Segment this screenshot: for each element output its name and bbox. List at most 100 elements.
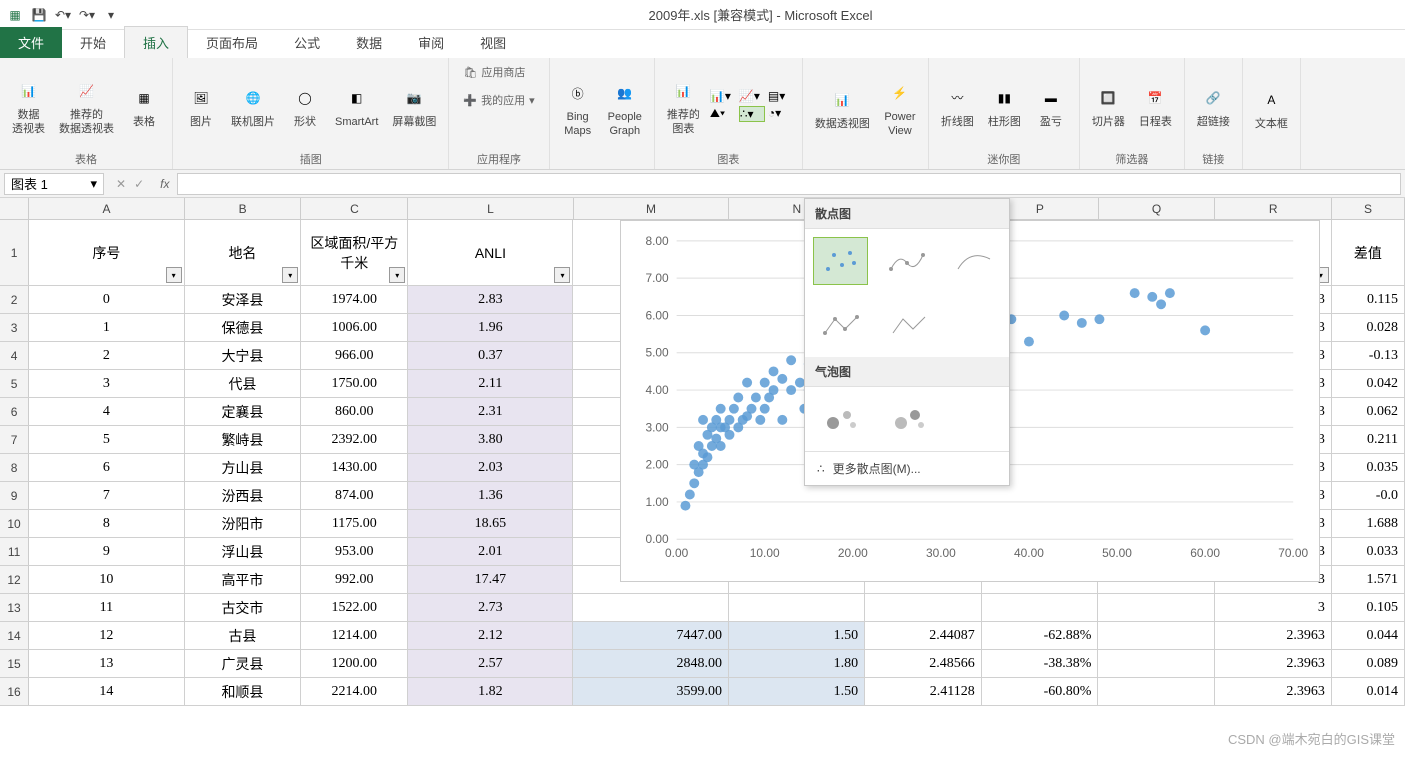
cell[interactable]: 6 xyxy=(29,454,184,481)
recommended-charts-button[interactable]: 📊推荐的图表 xyxy=(663,73,704,137)
table-button[interactable]: ▦表格 xyxy=(124,80,164,131)
filter-icon[interactable]: ▾ xyxy=(389,267,405,283)
cell[interactable]: 2848.00 xyxy=(573,650,728,677)
cell[interactable]: 992.00 xyxy=(301,566,408,593)
bubble-option[interactable] xyxy=(813,395,869,443)
scatter-smooth-option[interactable] xyxy=(880,237,935,285)
col-header-a[interactable]: A xyxy=(29,198,185,219)
row-header-1[interactable]: 1 xyxy=(0,220,29,285)
cell[interactable]: 7447.00 xyxy=(573,622,728,649)
enter-formula-icon[interactable]: ✓ xyxy=(134,177,144,191)
cell[interactable]: 1750.00 xyxy=(301,370,408,397)
cell[interactable]: 3 xyxy=(29,370,184,397)
cell[interactable]: 953.00 xyxy=(301,538,408,565)
col-header-s[interactable]: S xyxy=(1332,198,1405,219)
cell[interactable]: 2.57 xyxy=(408,650,573,677)
cell[interactable]: 2.48566 xyxy=(865,650,982,677)
cell[interactable]: 0.033 xyxy=(1332,538,1405,565)
picture-button[interactable]: 🖼图片 xyxy=(181,80,221,131)
row-header[interactable]: 7 xyxy=(0,426,29,453)
row-header[interactable]: 10 xyxy=(0,510,29,537)
row-header[interactable]: 12 xyxy=(0,566,29,593)
cell[interactable]: 1.80 xyxy=(729,650,865,677)
tab-formulas[interactable]: 公式 xyxy=(276,27,338,58)
scatter-plain-option[interactable] xyxy=(813,237,868,285)
cell[interactable]: 1006.00 xyxy=(301,314,408,341)
cell[interactable]: 0.014 xyxy=(1332,678,1405,705)
cell[interactable]: 2.31 xyxy=(408,398,573,425)
cell[interactable]: 古县 xyxy=(185,622,302,649)
cell[interactable]: 2.03 xyxy=(408,454,573,481)
col-header-q[interactable]: Q xyxy=(1099,198,1216,219)
cell[interactable]: 0.115 xyxy=(1332,286,1405,313)
col-header-c[interactable]: C xyxy=(301,198,408,219)
chevron-down-icon[interactable]: ▾ xyxy=(90,176,97,192)
tab-review[interactable]: 审阅 xyxy=(400,27,462,58)
cell[interactable]: 0.028 xyxy=(1332,314,1405,341)
cell[interactable]: 1.96 xyxy=(408,314,573,341)
cancel-formula-icon[interactable]: ✕ xyxy=(116,177,126,191)
pivot-table-button[interactable]: 📊数据透视表 xyxy=(8,73,49,137)
select-all-corner[interactable] xyxy=(0,198,29,219)
cell[interactable]: 安泽县 xyxy=(185,286,302,313)
cell[interactable]: 7 xyxy=(29,482,184,509)
cell[interactable]: -38.38% xyxy=(982,650,1099,677)
cell[interactable]: 4 xyxy=(29,398,184,425)
cell[interactable]: 8 xyxy=(29,510,184,537)
row-header[interactable]: 16 xyxy=(0,678,29,705)
bing-maps-button[interactable]: ⓑBingMaps xyxy=(558,75,598,139)
hyperlink-button[interactable]: 🔗超链接 xyxy=(1193,80,1234,131)
cell[interactable]: 2.12 xyxy=(408,622,573,649)
cell[interactable]: 汾阳市 xyxy=(185,510,302,537)
row-header[interactable]: 3 xyxy=(0,314,29,341)
cell[interactable]: 0.042 xyxy=(1332,370,1405,397)
shapes-button[interactable]: ◯形状 xyxy=(285,80,325,131)
cell[interactable]: 12 xyxy=(29,622,184,649)
people-graph-button[interactable]: 👥PeopleGraph xyxy=(604,75,646,139)
filter-icon[interactable]: ▾ xyxy=(166,267,182,283)
cell[interactable]: 1200.00 xyxy=(301,650,408,677)
cell[interactable]: 1430.00 xyxy=(301,454,408,481)
filter-icon[interactable]: ▾ xyxy=(282,267,298,283)
cell[interactable]: 874.00 xyxy=(301,482,408,509)
cell[interactable]: 13 xyxy=(29,650,184,677)
cell[interactable]: 保德县 xyxy=(185,314,302,341)
more-scatter-option[interactable]: ∴ 更多散点图(M)... xyxy=(805,451,1009,485)
cell[interactable]: 5 xyxy=(29,426,184,453)
tab-insert[interactable]: 插入 xyxy=(124,26,188,58)
cell[interactable]: 2.3963 xyxy=(1215,622,1332,649)
row-header[interactable]: 4 xyxy=(0,342,29,369)
undo-icon[interactable]: ↶▾ xyxy=(53,5,73,25)
row-header[interactable]: 6 xyxy=(0,398,29,425)
sparkline-line-button[interactable]: 〰折线图 xyxy=(937,80,978,131)
header-a[interactable]: 序号▾ xyxy=(29,220,184,285)
row-header[interactable]: 2 xyxy=(0,286,29,313)
cell[interactable]: 1.571 xyxy=(1332,566,1405,593)
cell[interactable]: 2.44087 xyxy=(865,622,982,649)
scatter-lines-option[interactable] xyxy=(946,237,1001,285)
cell[interactable]: 0.062 xyxy=(1332,398,1405,425)
cell[interactable]: 定襄县 xyxy=(185,398,302,425)
cell[interactable]: 方山县 xyxy=(185,454,302,481)
col-header-b[interactable]: B xyxy=(185,198,302,219)
cell[interactable]: 3.80 xyxy=(408,426,573,453)
header-l[interactable]: ANLI▾ xyxy=(408,220,573,285)
col-header-m[interactable]: M xyxy=(574,198,730,219)
redo-icon[interactable]: ↷▾ xyxy=(77,5,97,25)
row-header[interactable]: 13 xyxy=(0,594,29,621)
cell[interactable]: 2214.00 xyxy=(301,678,408,705)
cell[interactable]: 2.01 xyxy=(408,538,573,565)
tab-view[interactable]: 视图 xyxy=(462,27,524,58)
area-chart-button[interactable]: ⛰▾ xyxy=(710,106,736,122)
cell[interactable]: 14 xyxy=(29,678,184,705)
cell[interactable]: 2 xyxy=(29,342,184,369)
bar-chart-button[interactable]: ▤▾ xyxy=(768,89,794,103)
row-header[interactable]: 5 xyxy=(0,370,29,397)
textbox-button[interactable]: A文本框 xyxy=(1251,82,1292,133)
cell[interactable]: 0 xyxy=(29,286,184,313)
cell[interactable]: 2392.00 xyxy=(301,426,408,453)
cell[interactable]: 0.044 xyxy=(1332,622,1405,649)
cell[interactable]: 0.211 xyxy=(1332,426,1405,453)
smartart-button[interactable]: ◧SmartArt xyxy=(331,80,382,131)
bubble-3d-option[interactable] xyxy=(881,395,937,443)
